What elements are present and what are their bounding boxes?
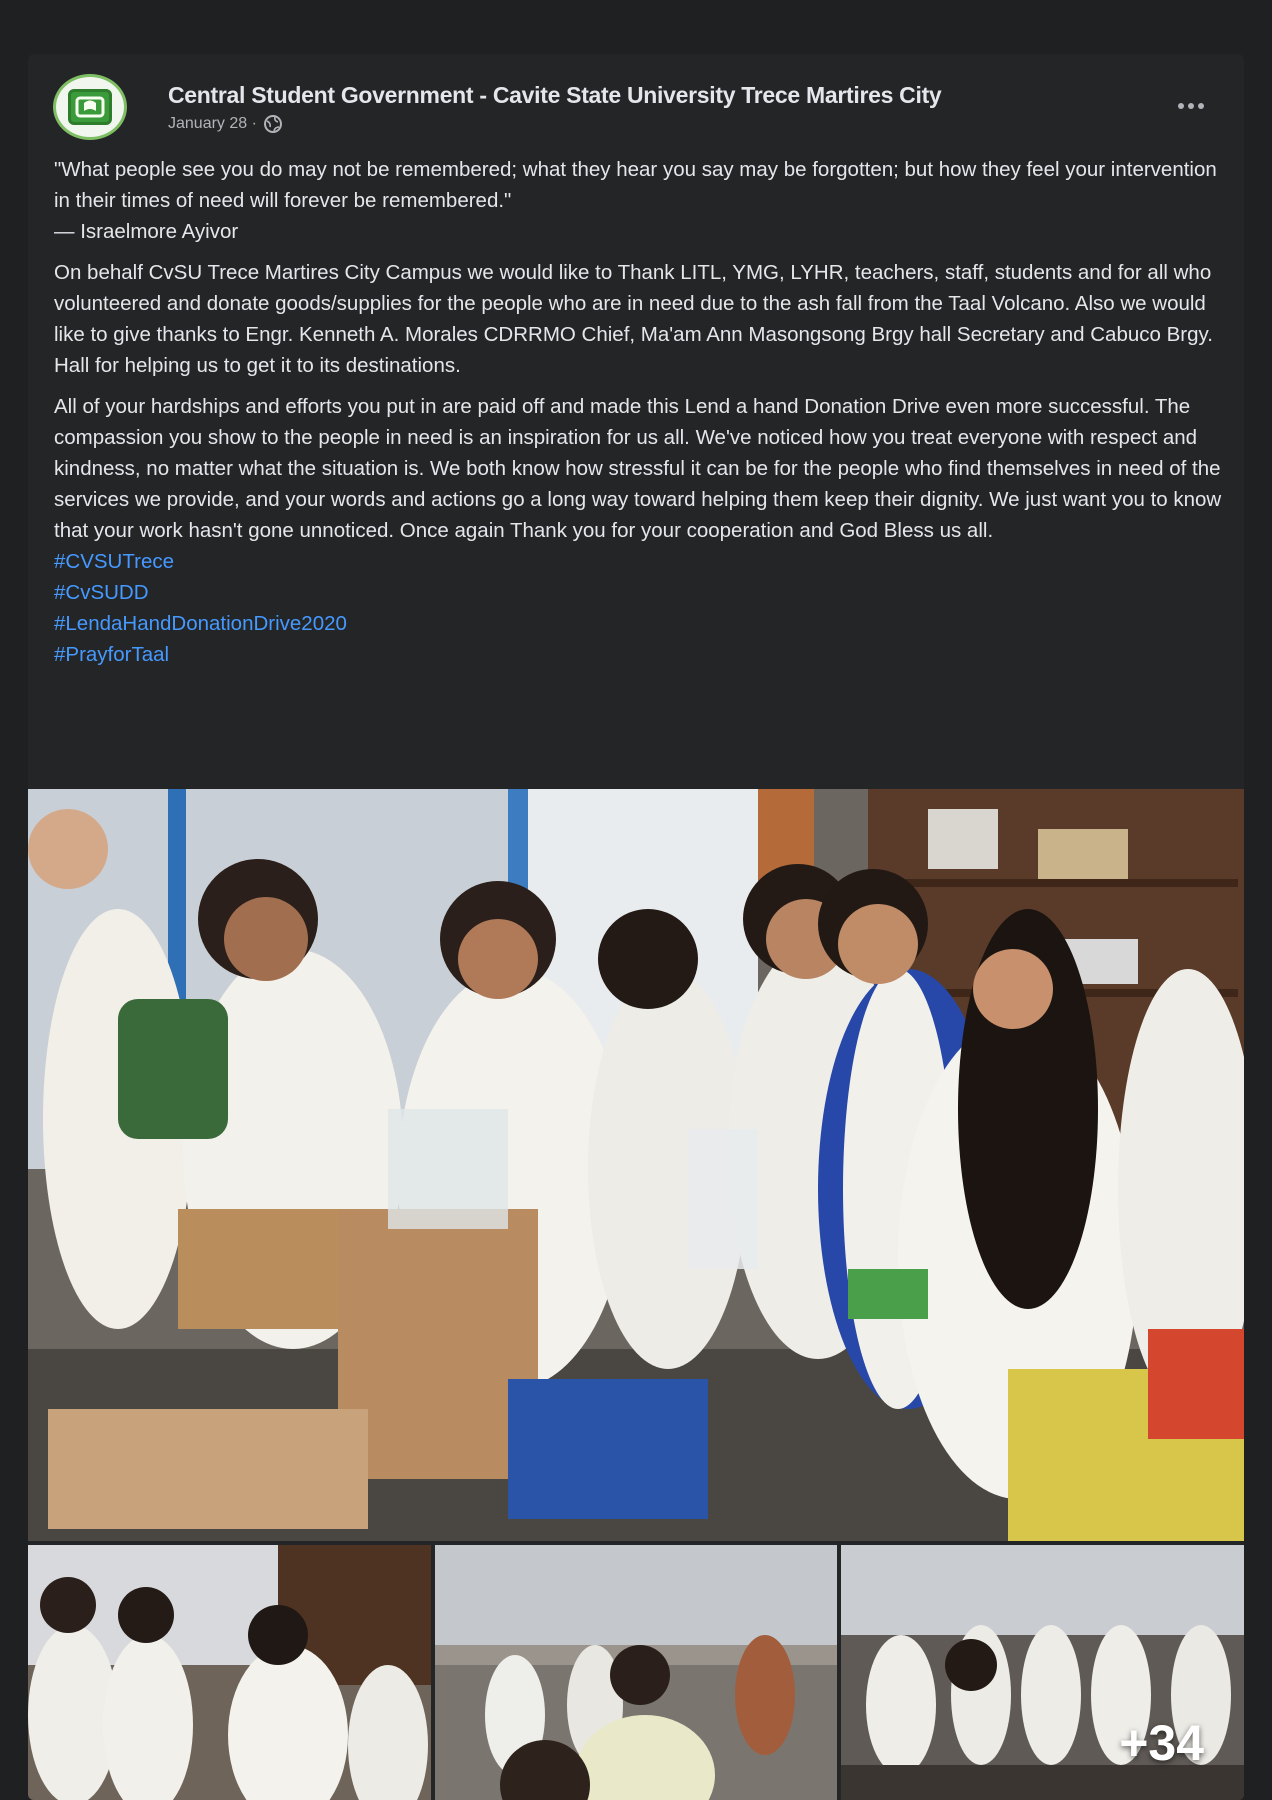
facebook-post-card: Central Student Government - Cavite Stat… <box>28 54 1244 1800</box>
post-paragraph-1: On behalf CvSU Trece Martires City Campu… <box>54 261 1213 377</box>
page-name-link[interactable]: Central Student Government - Cavite Stat… <box>168 82 942 109</box>
page-avatar[interactable] <box>53 74 127 140</box>
globe-icon <box>263 114 283 134</box>
cvsu-logo-icon <box>68 89 112 125</box>
post-paragraph-2: All of your hardships and efforts you pu… <box>54 395 1222 542</box>
quote-text: "What people see you do may not be remem… <box>54 158 1217 212</box>
quote-author: — Israelmore Ayivor <box>54 220 239 243</box>
post-meta: January 28 · <box>168 114 283 134</box>
more-photos-count: +34 <box>1119 1715 1205 1771</box>
main-photo[interactable] <box>28 789 1244 1541</box>
hashtag-link[interactable]: #CvSUDD <box>54 577 1222 608</box>
post-body: "What people see you do may not be remem… <box>54 154 1222 670</box>
quote-block: "What people see you do may not be remem… <box>54 154 1222 247</box>
photo-thumbnail[interactable] <box>434 1545 838 1800</box>
post-date[interactable]: January 28 · <box>168 115 257 133</box>
hashtag-link[interactable]: #CVSUTrece <box>54 546 1222 577</box>
hashtag-link[interactable]: #LendaHandDonationDrive2020 <box>54 608 1222 639</box>
hashtag-link[interactable]: #PrayforTaal <box>54 639 1222 670</box>
more-options-icon[interactable] <box>1168 88 1214 124</box>
post-header: Central Student Government - Cavite Stat… <box>53 74 1214 144</box>
hashtag-list: #CVSUTrece #CvSUDD #LendaHandDonationDri… <box>54 546 1222 670</box>
photo-thumbnail[interactable]: +34 <box>841 1545 1244 1800</box>
photo-thumbnails: +34 <box>28 1545 1244 1800</box>
photo-thumbnail[interactable] <box>28 1545 431 1800</box>
